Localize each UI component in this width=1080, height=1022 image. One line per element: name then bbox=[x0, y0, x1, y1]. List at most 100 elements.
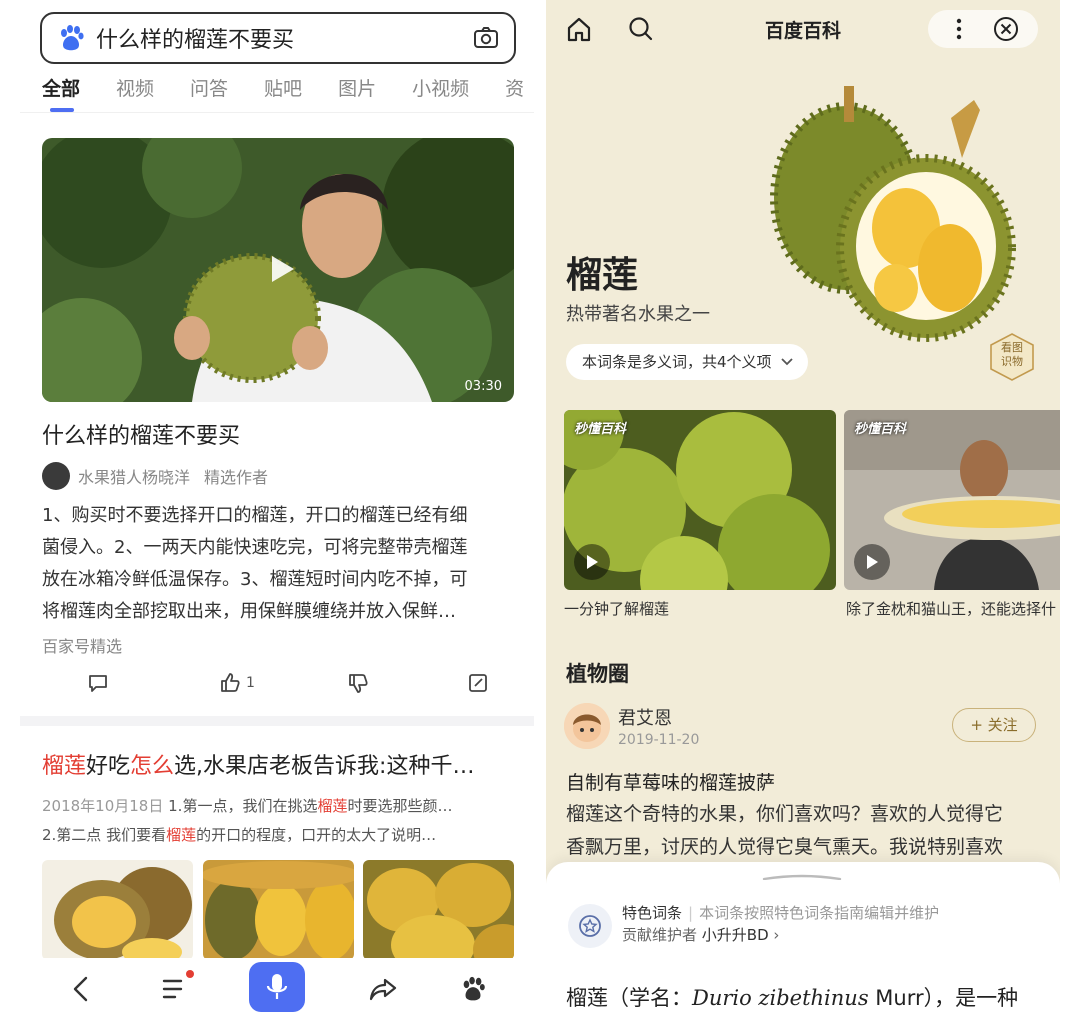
abstract-line: 2.第二点 我们要看榴莲的开口的程度，口开的太大了说明… bbox=[42, 821, 512, 850]
image-recognition-badge[interactable]: 看图 识物 bbox=[988, 332, 1036, 382]
author-avatar bbox=[42, 462, 70, 490]
post-body[interactable]: 榴莲这个奇特的水果，你们喜欢吗？喜欢的人觉得它 香飘万里，讨厌的人觉得它臭气熏天… bbox=[566, 798, 1036, 864]
durian-image[interactable] bbox=[202, 860, 354, 960]
back-arrow-icon bbox=[73, 976, 88, 1002]
sheet-handle[interactable] bbox=[762, 874, 842, 880]
baidu-home-button[interactable] bbox=[456, 972, 490, 1006]
abstract-text: 时要选那些颜… bbox=[347, 797, 453, 815]
abstract-line: 将榴莲肉全部挖取出来，用保鲜膜缠绕并放入保鲜… bbox=[42, 601, 456, 622]
video-watermark: 秒懂百科 bbox=[854, 422, 907, 437]
dislike-button[interactable] bbox=[346, 668, 370, 698]
microphone-icon bbox=[266, 974, 288, 999]
result2-date: 2018年10月18日 bbox=[42, 797, 164, 815]
close-icon[interactable] bbox=[992, 15, 1020, 43]
maintainer-label: 贡献维护者 bbox=[622, 926, 698, 944]
abstract-text: 2.第二点 我们要看 bbox=[42, 826, 167, 844]
tab-info[interactable]: 资 bbox=[505, 74, 524, 112]
video-caption[interactable]: 一分钟了解榴莲 bbox=[564, 598, 669, 619]
play-icon bbox=[574, 544, 610, 580]
video-caption[interactable]: 除了金枕和猫山王，还能选择什 bbox=[846, 598, 1060, 619]
more-icon[interactable] bbox=[946, 16, 972, 42]
title-text: 选,水果店老板告诉我:这种千… bbox=[174, 754, 475, 779]
share-button[interactable] bbox=[366, 972, 400, 1006]
baike-panel: 百度百科 榴莲 热带著名水果之一 本词条是多义词，共4个义项 看图 识物 秒懂百… bbox=[546, 0, 1060, 1022]
notification-dot bbox=[186, 970, 194, 978]
video-card[interactable]: 秒懂百科 bbox=[564, 410, 836, 590]
abstract-highlight: 榴莲 bbox=[166, 826, 197, 844]
baidu-paw-icon bbox=[61, 25, 84, 51]
badge-line: 识物 bbox=[1001, 355, 1023, 368]
video-card[interactable]: 秒懂百科 bbox=[844, 410, 1060, 590]
entry-subtitle: 热带著名水果之一 bbox=[566, 304, 710, 325]
result-actions: 1 bbox=[42, 668, 514, 700]
search-tabs: 全部 视频 问答 贴吧 图片 小视频 资 bbox=[42, 74, 534, 112]
play-icon bbox=[854, 544, 890, 580]
featured-tag: 特色词条 bbox=[622, 904, 683, 922]
tab-video[interactable]: 视频 bbox=[116, 74, 154, 112]
camera-icon[interactable] bbox=[472, 24, 500, 52]
author-tag: 精选作者 bbox=[204, 468, 269, 487]
tab-images[interactable]: 图片 bbox=[338, 74, 376, 112]
abstract-highlight: 榴莲 bbox=[317, 797, 348, 815]
share-arrow-icon bbox=[369, 978, 397, 1001]
result-abstract[interactable]: 1、购买时不要选择开口的榴莲，开口的榴莲已经有细 菌侵入。2、一两天内能快速吃完… bbox=[42, 500, 520, 628]
result2-title[interactable]: 榴莲好吃怎么选,水果店老板告诉我:这种千… bbox=[42, 748, 522, 780]
durian-image[interactable] bbox=[42, 860, 193, 960]
mini-program-capsule bbox=[928, 10, 1038, 48]
definition-text: 榴莲（学名： bbox=[566, 986, 692, 1010]
thumbs-up-icon bbox=[221, 673, 240, 692]
tab-all[interactable]: 全部 bbox=[42, 74, 80, 112]
result-video-thumbnail[interactable]: 03:30 bbox=[42, 138, 514, 402]
avatar[interactable] bbox=[564, 703, 610, 749]
voice-search-button[interactable] bbox=[249, 962, 305, 1012]
badge-line: 看图 bbox=[1001, 341, 1023, 354]
title-highlight: 榴莲 bbox=[42, 754, 87, 779]
maintainer-name: 小升升BD bbox=[701, 926, 769, 944]
edit-button[interactable] bbox=[466, 668, 490, 698]
like-button[interactable]: 1 bbox=[218, 668, 255, 698]
featured-entry-line: 特色词条 | 本词条按照特色词条指南编辑并维护 bbox=[622, 904, 940, 922]
tab-tieba[interactable]: 贴吧 bbox=[264, 74, 302, 112]
comment-button[interactable] bbox=[86, 668, 110, 698]
result-author[interactable]: 水果猎人杨晓洋 精选作者 bbox=[42, 462, 268, 490]
thumbs-down-icon bbox=[349, 674, 368, 693]
entry-name: 榴莲 bbox=[566, 255, 639, 296]
baidu-paw-icon bbox=[463, 976, 485, 1001]
post-username[interactable]: 君艾恩 bbox=[618, 704, 672, 730]
title-highlight: 怎么 bbox=[130, 754, 175, 779]
durian-hero-image bbox=[770, 86, 1016, 342]
back-button[interactable] bbox=[64, 972, 98, 1006]
follow-button[interactable]: + 关注 bbox=[952, 708, 1036, 742]
title-text: 好吃 bbox=[86, 754, 131, 779]
search-bar[interactable]: 什么样的榴莲不要买 bbox=[40, 12, 516, 64]
maintainer-line[interactable]: 贡献维护者 小升升BD › bbox=[622, 924, 779, 945]
post-date: 2019-11-20 bbox=[618, 732, 700, 748]
menu-button[interactable] bbox=[158, 970, 194, 1006]
search-query[interactable]: 什么样的榴莲不要买 bbox=[96, 22, 472, 54]
abstract-line: 菌侵入。2、一两天内能快速吃完，可将完整带壳榴莲 bbox=[42, 537, 468, 558]
comment-icon bbox=[89, 675, 107, 692]
result2-images bbox=[42, 860, 514, 960]
baidu-search-panel: 什么样的榴莲不要买 全部 视频 问答 贴吧 图片 小视频 资 03:30 什么样… bbox=[20, 0, 534, 1022]
like-count: 1 bbox=[246, 675, 255, 691]
video-watermark: 秒懂百科 bbox=[574, 422, 627, 437]
post-line: 香飘万里，讨厌的人觉得它臭气熏天。我说特别喜欢 bbox=[566, 836, 1004, 858]
durian-image[interactable] bbox=[363, 860, 514, 960]
featured-entry-icon bbox=[568, 904, 612, 948]
post-title[interactable]: 自制有草莓味的榴莲披萨 bbox=[566, 768, 775, 795]
tab-qa[interactable]: 问答 bbox=[190, 74, 228, 112]
entry-bottom-sheet[interactable]: 特色词条 | 本词条按照特色词条指南编辑并维护 贡献维护者 小升升BD › 榴莲（学… bbox=[546, 862, 1060, 1022]
polysemy-text: 本词条是多义词，共4个义项 bbox=[582, 353, 772, 371]
abstract-text: 的开口的程度，口开的太大了说明… bbox=[196, 826, 437, 844]
abstract-line: 2018年10月18日 1.第一点，我们在挑选榴莲时要选那些颜… bbox=[42, 792, 512, 821]
author-name: 水果猎人杨晓洋 bbox=[78, 468, 191, 487]
tab-short-video[interactable]: 小视频 bbox=[412, 74, 469, 112]
result2-abstract[interactable]: 2018年10月18日 1.第一点，我们在挑选榴莲时要选那些颜… 2.第二点 我… bbox=[42, 792, 512, 850]
definition-text: Murr），是一种 bbox=[868, 986, 1019, 1010]
menu-icon bbox=[162, 979, 183, 999]
result-title[interactable]: 什么样的榴莲不要买 bbox=[42, 418, 240, 450]
post-line: 榴莲这个奇特的水果，你们喜欢吗？喜欢的人觉得它 bbox=[566, 803, 1004, 825]
baike-header: 百度百科 bbox=[546, 0, 1060, 60]
video-carousel: 秒懂百科 秒懂百科 bbox=[564, 410, 1060, 590]
polysemy-selector[interactable]: 本词条是多义词，共4个义项 bbox=[566, 344, 808, 380]
